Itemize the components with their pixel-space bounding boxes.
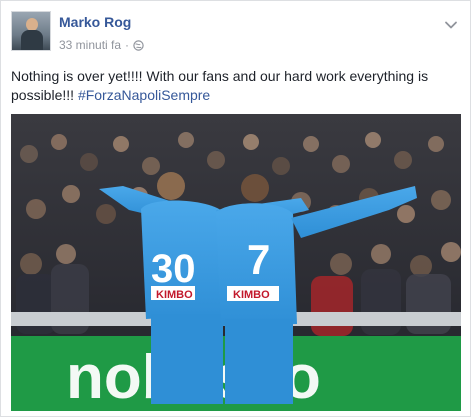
player-left-sponsor: KIMBO	[156, 289, 193, 301]
post-text: Nothing is over yet!!!! With our fans an…	[11, 67, 459, 105]
player-right-sponsor: KIMBO	[233, 289, 270, 301]
post-header: Marko Rog 33 minuti fa ·	[11, 11, 460, 55]
hashtag-link[interactable]: #ForzaNapoliSempre	[78, 87, 210, 103]
meta-separator: ·	[125, 38, 130, 52]
globe-icon[interactable]	[133, 39, 144, 51]
post-photo[interactable]: nobasco 30 KIMBO 7 KIMBO	[11, 114, 461, 411]
chevron-down-icon[interactable]	[444, 17, 458, 29]
post-timestamp[interactable]: 33 minuti fa	[59, 38, 121, 52]
player-right-number: 7	[247, 236, 270, 283]
post-meta: 33 minuti fa ·	[59, 38, 144, 52]
author-name[interactable]: Marko Rog	[59, 14, 131, 30]
author-avatar[interactable]	[11, 11, 51, 51]
player-left-number: 30	[151, 247, 196, 291]
avatar-body	[21, 30, 43, 50]
post-card: Marko Rog 33 minuti fa · Nothing is over…	[0, 0, 471, 417]
post-text-main: Nothing is over yet!!!! With our fans an…	[11, 68, 429, 103]
